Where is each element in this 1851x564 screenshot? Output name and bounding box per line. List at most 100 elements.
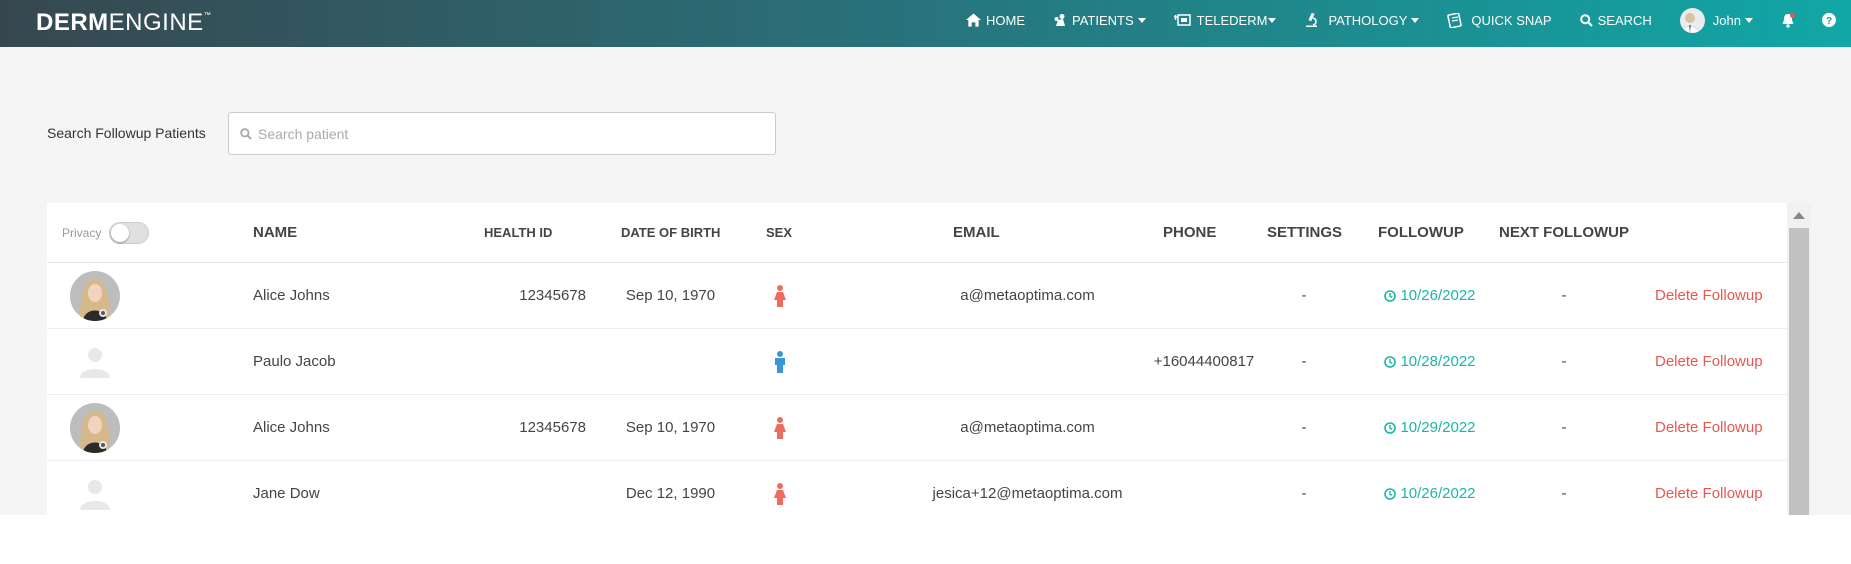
- help-icon: ?: [1822, 13, 1836, 27]
- settings-value: -: [1301, 485, 1307, 502]
- header-followup[interactable]: FOLLOWUP: [1378, 203, 1464, 263]
- health-id: 12345678: [519, 287, 586, 304]
- health-id: [447, 329, 586, 395]
- delete-followup-link[interactable]: Delete Followup: [1655, 461, 1763, 515]
- settings-value: -: [1301, 353, 1307, 370]
- quick-snap-icon: [1447, 12, 1463, 28]
- followup-date-text: 10/28/2022: [1400, 353, 1476, 370]
- followup-date-text: 10/26/2022: [1400, 485, 1476, 502]
- nav-patients[interactable]: PATIENTS: [1053, 13, 1146, 28]
- chevron-down-icon: [1411, 17, 1420, 23]
- nav-help[interactable]: ?: [1822, 13, 1841, 27]
- patient-name[interactable]: Jane Dow: [253, 461, 320, 515]
- clock-icon: [1384, 488, 1397, 500]
- nav-home[interactable]: HOME: [966, 13, 1025, 28]
- privacy-toggle[interactable]: [109, 222, 150, 244]
- table-row[interactable]: Jane Dow Dec 12, 1990 jesica+12@metaopti…: [47, 461, 1787, 515]
- health-id: [447, 461, 586, 515]
- followup-date[interactable]: 10/26/2022: [1364, 461, 1496, 515]
- date-of-birth: Dec 12, 1990: [625, 485, 716, 502]
- main-content: Search Followup Patients Privacy NAME HE…: [0, 47, 1851, 515]
- patient-name[interactable]: Paulo Jacob: [253, 329, 336, 395]
- dermengine-logo[interactable]: DERMENGINE™: [36, 9, 211, 37]
- header-name[interactable]: NAME: [253, 203, 297, 263]
- bell-icon: [1782, 12, 1795, 28]
- next-followup: -: [1561, 485, 1567, 502]
- delete-followup-link[interactable]: Delete Followup: [1655, 329, 1763, 395]
- scrollbar-thumb[interactable]: [1789, 228, 1809, 515]
- settings-value: -: [1301, 287, 1307, 304]
- date-of-birth: [607, 329, 734, 395]
- phone: [1125, 395, 1283, 461]
- nav-user-menu[interactable]: John: [1679, 7, 1753, 33]
- table-row[interactable]: Paulo Jacob +16044400817 - 10/28/2022 - …: [47, 329, 1787, 395]
- header-settings[interactable]: SETTINGS: [1267, 203, 1342, 263]
- search-icon: [1579, 13, 1593, 27]
- header-health-id[interactable]: HEALTH ID: [484, 203, 552, 263]
- patient-name[interactable]: Alice Johns: [253, 263, 330, 329]
- nav-pathology[interactable]: PATHOLOGY: [1304, 12, 1420, 28]
- followup-date[interactable]: 10/28/2022: [1364, 329, 1496, 395]
- microscope-icon: [1306, 12, 1318, 27]
- patient-photo[interactable]: [70, 271, 120, 321]
- scroll-up-arrow-icon[interactable]: [1793, 212, 1805, 219]
- header-phone[interactable]: PHONE: [1163, 203, 1216, 263]
- next-followup: -: [1561, 287, 1567, 304]
- header-dob[interactable]: DATE OF BIRTH: [621, 203, 720, 263]
- patient-photo[interactable]: [70, 403, 120, 453]
- patients-icon: [1054, 14, 1065, 26]
- phone: +16044400817: [1153, 353, 1255, 370]
- clock-icon: [1384, 290, 1397, 302]
- nav-quick-snap[interactable]: QUICK SNAP: [1447, 12, 1552, 28]
- followup-date-text: 10/29/2022: [1400, 419, 1476, 436]
- search-label: Search Followup Patients: [47, 125, 206, 141]
- female-icon: [773, 417, 787, 444]
- user-placeholder-icon: [77, 344, 113, 385]
- privacy-label: Privacy: [62, 226, 102, 240]
- user-placeholder-icon: [77, 476, 113, 515]
- top-navbar: DERMENGINE™ HOME PATIENTS TELEDERM PATHO…: [0, 0, 1851, 47]
- date-of-birth: Sep 10, 1970: [625, 419, 716, 436]
- search-input[interactable]: [258, 125, 758, 142]
- chevron-down-icon: [1137, 17, 1146, 23]
- female-icon: [773, 483, 787, 510]
- health-id: 12345678: [519, 419, 586, 436]
- phone: [1125, 461, 1283, 515]
- main-nav: HOME PATIENTS TELEDERM PATHOLOGY QUICK S…: [966, 0, 1851, 40]
- nav-search[interactable]: SEARCH: [1579, 13, 1652, 28]
- followup-date[interactable]: 10/26/2022: [1364, 263, 1496, 329]
- table-header: Privacy NAME HEALTH ID DATE OF BIRTH SEX…: [47, 203, 1787, 263]
- next-followup: -: [1561, 353, 1567, 370]
- next-followup: -: [1561, 419, 1567, 436]
- table-row[interactable]: Alice Johns 12345678 Sep 10, 1970 a@meta…: [47, 395, 1787, 461]
- followup-date-text: 10/26/2022: [1400, 287, 1476, 304]
- header-next-followup[interactable]: NEXT FOLLOWUP: [1499, 203, 1629, 263]
- followup-date[interactable]: 10/29/2022: [1364, 395, 1496, 461]
- chevron-down-icon: [1745, 17, 1753, 23]
- clock-icon: [1384, 422, 1397, 434]
- header-sex[interactable]: SEX: [766, 203, 792, 263]
- settings-value: -: [1301, 419, 1307, 436]
- search-icon: [240, 127, 252, 140]
- delete-followup-link[interactable]: Delete Followup: [1655, 263, 1763, 329]
- followup-table: Privacy NAME HEALTH ID DATE OF BIRTH SEX…: [47, 203, 1811, 515]
- female-icon: [773, 285, 787, 312]
- chevron-down-icon: [1268, 17, 1277, 23]
- telederm-icon: [1173, 14, 1191, 26]
- privacy-control: Privacy: [62, 222, 150, 244]
- nav-telederm[interactable]: TELEDERM: [1173, 13, 1277, 28]
- phone: [1125, 263, 1283, 329]
- svg-text:?: ?: [1826, 16, 1832, 27]
- delete-followup-link[interactable]: Delete Followup: [1655, 395, 1763, 461]
- table-row[interactable]: Alice Johns 12345678 Sep 10, 1970 a@meta…: [47, 263, 1787, 329]
- male-icon: [773, 351, 787, 378]
- nav-notifications[interactable]: [1781, 12, 1800, 28]
- patient-name[interactable]: Alice Johns: [253, 395, 330, 461]
- user-avatar: [1679, 7, 1705, 33]
- table-scrollbar[interactable]: [1787, 203, 1811, 515]
- home-icon: [966, 13, 981, 27]
- date-of-birth: Sep 10, 1970: [625, 287, 716, 304]
- header-email[interactable]: EMAIL: [953, 203, 1000, 263]
- clock-icon: [1384, 356, 1397, 368]
- search-box[interactable]: [228, 112, 776, 155]
